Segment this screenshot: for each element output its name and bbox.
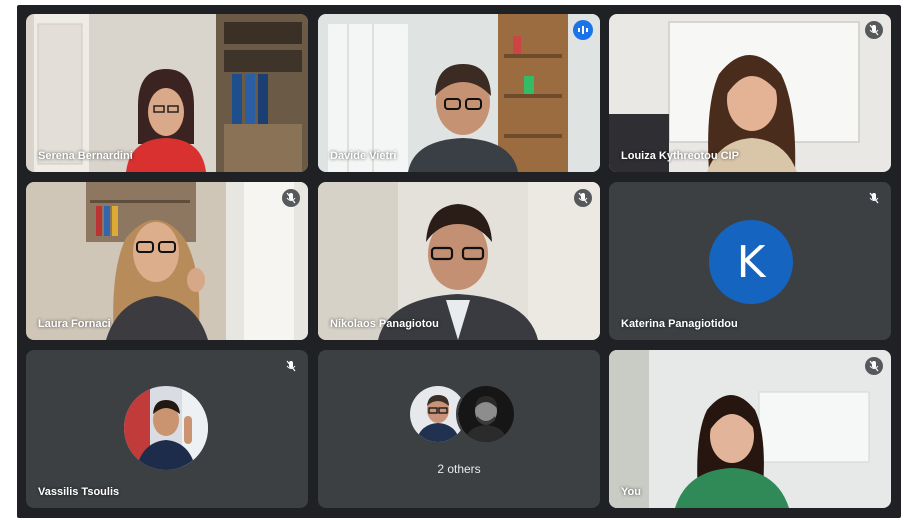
mic-off-icon: [282, 357, 300, 375]
participant-tile-serena-bernardini[interactable]: Serena Bernardini: [26, 14, 308, 172]
video-feed: [318, 14, 600, 172]
participant-name: Davide Vietri: [330, 150, 397, 162]
participant-tile-davide-vietri[interactable]: Davide Vietri: [318, 14, 600, 172]
video-feed: [26, 14, 308, 172]
mic-off-icon: [865, 189, 883, 207]
participant-tile-nikolaos-panagiotou[interactable]: Nikolaos Panagiotou: [318, 182, 600, 340]
participant-name: Serena Bernardini: [38, 150, 133, 162]
meeting-grid: Serena Bernardini Davide Vietri Louiza K…: [17, 5, 901, 518]
participant-name: Vassilis Tsoulis: [38, 486, 120, 498]
participant-tile-katerina-panagiotidou[interactable]: K Katerina Panagiotidou: [609, 182, 891, 340]
mic-off-icon: [574, 189, 592, 207]
participant-name: Laura Fornaci: [38, 318, 111, 330]
participant-name: You: [621, 486, 641, 498]
video-feed: [318, 182, 600, 340]
participant-tile-louiza-kythreotou[interactable]: Louiza Kythreotou CIP: [609, 14, 891, 172]
video-feed: [609, 350, 891, 508]
participant-name: Louiza Kythreotou CIP: [621, 150, 739, 162]
participant-name: Katerina Panagiotidou: [621, 318, 738, 330]
video-feed: [26, 182, 308, 340]
mic-off-icon: [865, 21, 883, 39]
participant-tile-laura-fornaci[interactable]: Laura Fornaci: [26, 182, 308, 340]
mic-off-icon: [282, 189, 300, 207]
participant-tile-others[interactable]: 2 others: [318, 350, 600, 508]
participant-name: Nikolaos Panagiotou: [330, 318, 439, 330]
participant-tile-vassilis-tsoulis[interactable]: Vassilis Tsoulis: [26, 350, 308, 508]
others-count-label: 2 others: [437, 462, 481, 476]
video-feed: [609, 14, 891, 172]
audio-level-icon: [573, 20, 593, 40]
mic-off-icon: [865, 357, 883, 375]
avatar: [124, 386, 208, 470]
participant-tile-self[interactable]: You: [609, 350, 891, 508]
avatar: K: [709, 220, 793, 304]
avatar: [456, 384, 516, 444]
